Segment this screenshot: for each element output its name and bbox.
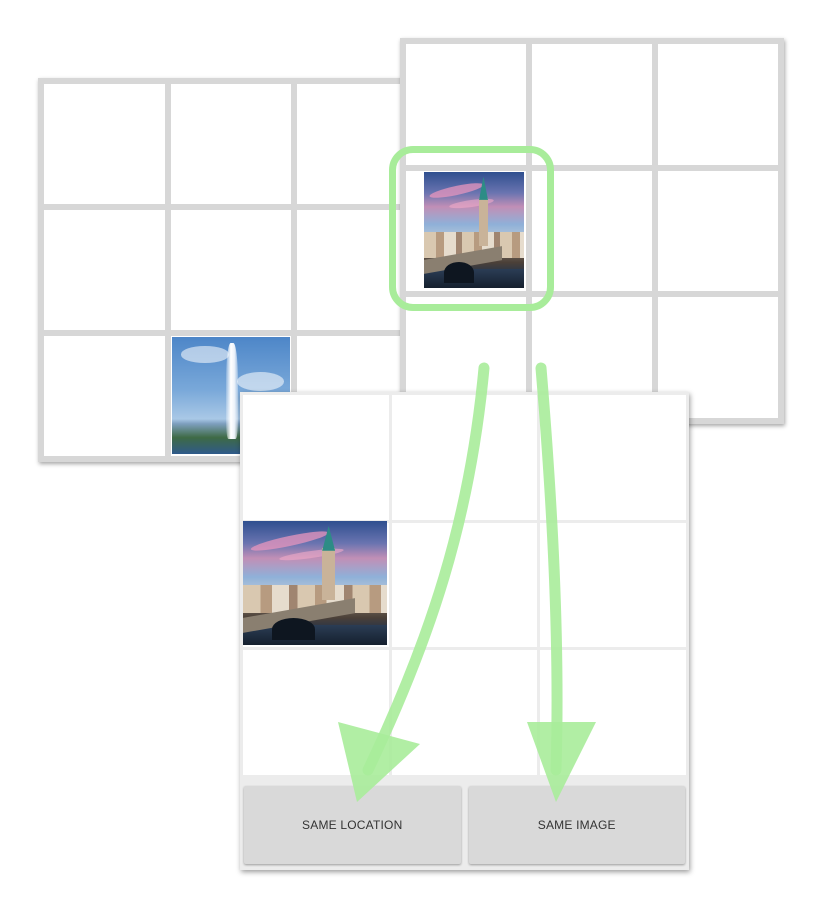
selection-highlight <box>389 146 554 311</box>
grid-cell[interactable] <box>391 650 538 775</box>
grid-cell[interactable] <box>391 522 538 648</box>
same-image-button[interactable]: SAME IMAGE <box>468 786 685 864</box>
zurich-church-photo-large <box>243 521 387 645</box>
grid-cell[interactable] <box>243 650 389 775</box>
grid-cell <box>658 44 778 165</box>
grid-cell <box>44 84 165 204</box>
photo-detail <box>181 346 229 363</box>
photo-detail <box>226 342 239 439</box>
grid-cell[interactable] <box>540 522 686 648</box>
same-location-button[interactable]: SAME LOCATION <box>244 786 461 864</box>
grid-cell <box>532 44 652 165</box>
grid-cell <box>658 170 778 292</box>
photo-detail <box>271 617 315 641</box>
grid-cell <box>170 210 292 330</box>
grid-cell[interactable] <box>540 395 686 520</box>
photo-detail <box>236 372 285 391</box>
button-row: SAME LOCATION SAME IMAGE <box>240 782 689 870</box>
grid-cell[interactable] <box>391 395 538 520</box>
photo-detail <box>322 548 336 601</box>
grid-cell <box>44 336 165 456</box>
grid-cell[interactable] <box>243 395 389 520</box>
photo-detail <box>322 525 336 551</box>
stage: SAME LOCATION SAME IMAGE <box>0 0 822 916</box>
grid-cell <box>170 84 292 204</box>
grid-cell <box>44 210 165 330</box>
front-panel: SAME LOCATION SAME IMAGE <box>240 392 689 870</box>
grid-cell[interactable] <box>540 650 686 775</box>
